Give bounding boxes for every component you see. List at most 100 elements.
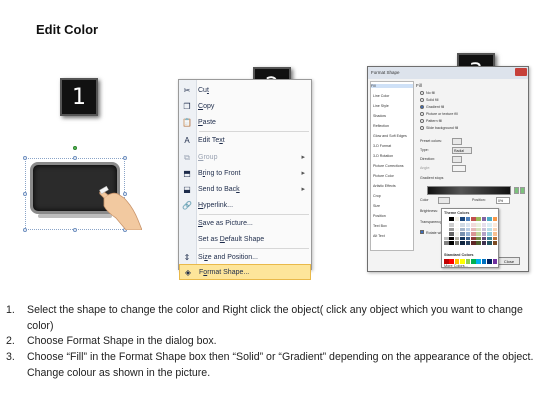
color-swatch[interactable] <box>444 232 449 236</box>
resize-handle[interactable] <box>73 228 77 232</box>
more-colors-link[interactable]: More Colors... <box>444 264 468 268</box>
color-swatch[interactable] <box>481 217 487 221</box>
color-swatch[interactable] <box>465 236 471 241</box>
close-icon[interactable] <box>515 68 527 76</box>
color-button[interactable] <box>438 197 450 204</box>
color-swatch[interactable] <box>454 232 460 236</box>
color-swatch[interactable] <box>476 232 481 236</box>
color-swatch[interactable] <box>454 236 460 241</box>
color-swatch[interactable] <box>444 227 449 232</box>
color-swatch[interactable] <box>492 223 498 227</box>
menu-item-save-as-picture[interactable]: Save as Picture... <box>179 216 311 232</box>
category-3-d-rotation[interactable]: 3-D Rotation <box>373 154 393 158</box>
standard-color-swatch[interactable] <box>487 259 492 264</box>
color-swatch[interactable] <box>449 217 454 221</box>
menu-item-format-shape[interactable]: ◈ Format Shape... <box>179 264 311 280</box>
menu-item-copy[interactable]: ❐ Copy <box>179 99 311 115</box>
standard-color-swatch[interactable] <box>492 259 498 264</box>
color-swatch[interactable] <box>465 232 471 236</box>
category-shadow[interactable]: Shadow <box>373 114 386 118</box>
color-swatch[interactable] <box>465 217 471 221</box>
color-swatch[interactable] <box>465 227 471 232</box>
category-size[interactable]: Size <box>373 204 380 208</box>
category-line-style[interactable]: Line Style <box>373 104 389 108</box>
color-swatch[interactable] <box>471 236 476 241</box>
color-swatch[interactable] <box>481 232 487 236</box>
fill-option-radio[interactable] <box>420 112 424 116</box>
color-swatch[interactable] <box>492 232 498 236</box>
position-field[interactable]: 0% <box>496 197 510 204</box>
menu-item-edit-text[interactable]: A Edit Text <box>179 133 311 149</box>
color-swatch[interactable] <box>465 223 471 227</box>
color-swatch[interactable] <box>487 227 492 232</box>
color-swatch[interactable] <box>449 241 454 245</box>
fill-option-radio[interactable] <box>420 126 424 130</box>
menu-item-cut[interactable]: ✂ Cut <box>179 83 311 99</box>
color-swatch[interactable] <box>476 241 481 245</box>
color-swatch[interactable] <box>465 241 471 245</box>
resize-handle[interactable] <box>23 228 27 232</box>
color-swatch[interactable] <box>476 236 481 241</box>
color-swatch[interactable] <box>487 217 492 221</box>
menu-item-paste[interactable]: 📋 Paste <box>179 115 311 131</box>
color-swatch[interactable] <box>454 241 460 245</box>
color-swatch[interactable] <box>471 232 476 236</box>
category-glow-and-soft-edges[interactable]: Glow and Soft Edges <box>373 134 407 138</box>
color-swatch[interactable] <box>481 223 487 227</box>
fill-option-radio[interactable] <box>420 91 424 95</box>
color-swatch[interactable] <box>444 217 449 221</box>
standard-color-swatch[interactable] <box>471 259 476 264</box>
category-reflection[interactable]: Reflection <box>373 124 389 128</box>
color-swatch[interactable] <box>487 241 492 245</box>
color-swatch[interactable] <box>454 223 460 227</box>
color-swatch[interactable] <box>444 241 449 245</box>
gradient-stops-bar[interactable] <box>427 186 511 195</box>
standard-color-swatch[interactable] <box>465 259 471 264</box>
color-swatch[interactable] <box>476 217 481 221</box>
color-swatch[interactable] <box>454 227 460 232</box>
category-position[interactable]: Position <box>373 214 386 218</box>
color-swatch[interactable] <box>492 241 498 245</box>
color-swatch[interactable] <box>481 241 487 245</box>
remove-stop-button[interactable] <box>520 187 525 194</box>
color-swatch[interactable] <box>471 223 476 227</box>
category-picture-corrections[interactable]: Picture Corrections <box>373 164 404 168</box>
color-swatch[interactable] <box>449 236 454 241</box>
standard-color-swatch[interactable] <box>481 259 487 264</box>
color-swatch[interactable] <box>492 217 498 221</box>
resize-handle[interactable] <box>23 192 27 196</box>
color-swatch[interactable] <box>460 217 465 221</box>
rotation-handle[interactable] <box>73 146 77 150</box>
category-line-color[interactable]: Line Color <box>373 94 389 98</box>
color-swatch[interactable] <box>460 232 465 236</box>
close-button[interactable]: Close <box>498 257 520 265</box>
color-swatch[interactable] <box>487 236 492 241</box>
color-swatch[interactable] <box>460 223 465 227</box>
color-swatch[interactable] <box>492 236 498 241</box>
color-swatch[interactable] <box>454 217 460 221</box>
menu-item-send-to-back[interactable]: ⬓ Send to Back ▸ <box>179 182 311 198</box>
color-swatch[interactable] <box>460 241 465 245</box>
type-select[interactable]: Radial <box>452 147 472 154</box>
color-swatch[interactable] <box>476 227 481 232</box>
menu-item-bring-to-front[interactable]: ⬒ Bring to Front ▸ <box>179 166 311 182</box>
preset-colors-button[interactable] <box>452 138 462 145</box>
rotate-checkbox[interactable] <box>420 230 424 234</box>
color-swatch[interactable] <box>449 232 454 236</box>
add-stop-button[interactable] <box>514 187 519 194</box>
color-swatch[interactable] <box>492 227 498 232</box>
color-swatch[interactable] <box>471 227 476 232</box>
fill-option-radio[interactable] <box>420 119 424 123</box>
category-crop[interactable]: Crop <box>373 194 381 198</box>
fill-option-radio[interactable] <box>420 98 424 102</box>
color-swatch[interactable] <box>487 232 492 236</box>
selected-shape[interactable] <box>20 146 142 234</box>
standard-color-swatch[interactable] <box>454 259 460 264</box>
category-text-box[interactable]: Text Box <box>373 224 387 228</box>
color-swatch[interactable] <box>449 227 454 232</box>
color-swatch[interactable] <box>481 227 487 232</box>
color-swatch[interactable] <box>476 223 481 227</box>
color-swatch[interactable] <box>487 223 492 227</box>
category-picture-color[interactable]: Picture Color <box>373 174 394 178</box>
standard-color-swatch[interactable] <box>460 259 465 264</box>
